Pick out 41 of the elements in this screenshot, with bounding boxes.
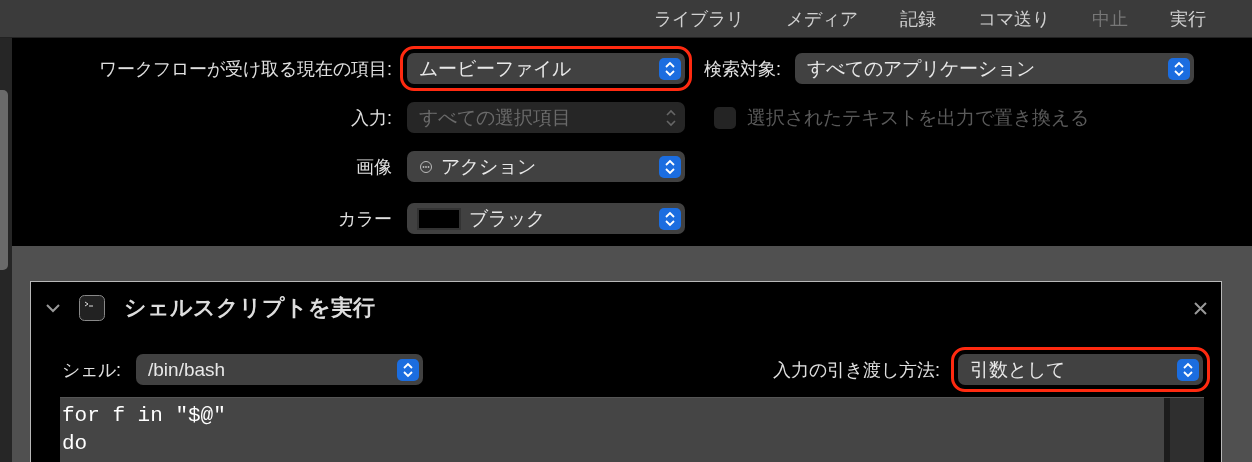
chevron-icon[interactable] xyxy=(45,301,61,315)
dropdown[interactable]: アクション xyxy=(407,151,685,182)
ellipsis-icon xyxy=(419,159,433,174)
toolbar-button[interactable]: 実行 xyxy=(1170,6,1206,31)
checkbox-label: 選択されたテキストを出力で置き換える xyxy=(747,105,1089,130)
field-label: 検索対象: xyxy=(704,57,781,81)
dropdown-value: ムービーファイル xyxy=(419,56,572,81)
stepper-icon xyxy=(1177,358,1199,381)
field-label: ワークフローが受け取る現在の項目: xyxy=(99,57,392,81)
toolbar-button[interactable]: コマ送り xyxy=(978,6,1050,31)
close-icon[interactable] xyxy=(1194,301,1207,315)
action-title: シェルスクリプトを実行 xyxy=(124,294,376,322)
stepper-icon xyxy=(659,57,681,80)
code-line: for f in "$@" xyxy=(62,403,226,429)
code-line: do xyxy=(62,431,88,457)
dropdown-value: すべての選択項目 xyxy=(419,105,572,130)
field-label: 入力: xyxy=(351,106,392,130)
field-label: シェル: xyxy=(62,358,121,382)
stepper-icon xyxy=(659,207,681,230)
toolbar-button[interactable]: 記録 xyxy=(900,6,936,31)
terminal-icon xyxy=(79,295,105,321)
scrollbar[interactable] xyxy=(0,90,8,270)
dropdown-value: 引数として xyxy=(970,357,1066,382)
toolbar-button[interactable]: メディア xyxy=(786,6,858,31)
dropdown-value: /bin/bash xyxy=(148,358,227,381)
scrollbar[interactable] xyxy=(1164,398,1204,462)
dropdown[interactable]: ブラック xyxy=(407,203,685,234)
stepper-icon xyxy=(1168,57,1190,80)
toolbar-button[interactable]: ライブラリ xyxy=(654,6,744,31)
stepper-icon xyxy=(397,358,419,381)
field-label: カラー xyxy=(338,207,392,231)
dropdown-value: すべてのアプリケーション xyxy=(807,56,1036,81)
dropdown-value: ブラック xyxy=(469,206,546,231)
color-swatch-icon xyxy=(417,207,461,230)
dropdown[interactable]: すべてのアプリケーション xyxy=(795,53,1194,84)
script-editor[interactable]: for f in "$@" do xyxy=(60,397,1204,462)
field-label: 画像 xyxy=(356,155,392,179)
dropdown[interactable]: /bin/bash xyxy=(136,354,423,385)
dropdown-value: アクション xyxy=(441,154,537,179)
stepper-icon xyxy=(659,155,681,178)
field-label: 入力の引き渡し方法: xyxy=(773,358,940,382)
